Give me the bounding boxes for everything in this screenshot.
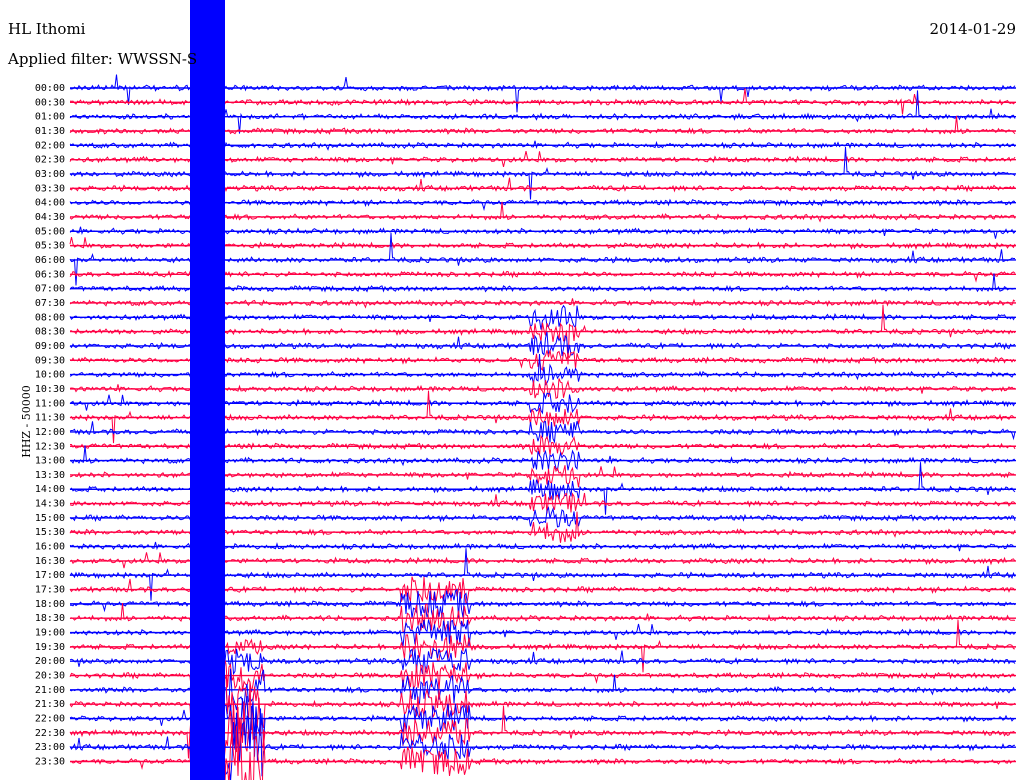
- time-tick-label: 13:30: [35, 470, 65, 481]
- record-date: 2014-01-29: [929, 20, 1016, 38]
- time-tick-label: 23:30: [35, 757, 65, 768]
- time-tick-label: 03:00: [35, 169, 65, 180]
- time-tick-label: 10:00: [35, 370, 65, 381]
- time-tick-label: 12:30: [35, 441, 65, 452]
- time-tick-label: 00:30: [35, 97, 65, 108]
- time-tick-label: 15:00: [35, 513, 65, 524]
- time-tick-label: 19:00: [35, 628, 65, 639]
- time-tick-label: 16:00: [35, 542, 65, 553]
- time-tick-label: 08:30: [35, 327, 65, 338]
- y-axis-label: HHZ - 50000: [19, 385, 33, 458]
- time-tick-label: 17:30: [35, 585, 65, 596]
- time-tick-label: 01:30: [35, 126, 65, 137]
- saturated-signal-band: [190, 0, 203, 780]
- time-tick-label: 11:00: [35, 398, 65, 409]
- time-tick-label: 00:00: [35, 83, 65, 94]
- time-tick-label: 15:30: [35, 527, 65, 538]
- saturated-signal-band: [203, 0, 225, 780]
- time-tick-label: 21:30: [35, 699, 65, 710]
- time-tick-label: 06:30: [35, 269, 65, 280]
- time-tick-label: 04:30: [35, 212, 65, 223]
- time-tick-label: 05:30: [35, 241, 65, 252]
- time-tick-label: 11:30: [35, 413, 65, 424]
- time-tick-label: 08:00: [35, 312, 65, 323]
- time-tick-label: 17:00: [35, 570, 65, 581]
- time-tick-label: 13:00: [35, 456, 65, 467]
- time-tick-label: 14:00: [35, 484, 65, 495]
- time-tick-label: 10:30: [35, 384, 65, 395]
- trace-layer: [69, 0, 1016, 780]
- time-tick-label: 20:00: [35, 656, 65, 667]
- time-tick-label: 20:30: [35, 671, 65, 682]
- time-tick-label: 22:00: [35, 714, 65, 725]
- time-tick-label: 03:30: [35, 183, 65, 194]
- time-tick-label: 16:30: [35, 556, 65, 567]
- station-name: HL Ithomi: [8, 20, 86, 38]
- time-tick-label: 09:00: [35, 341, 65, 352]
- time-tick-label: 05:00: [35, 226, 65, 237]
- filter-label: Applied filter: WWSSN-S: [8, 50, 198, 68]
- time-tick-label: 09:30: [35, 355, 65, 366]
- time-tick-label: 22:30: [35, 728, 65, 739]
- time-tick-label: 23:00: [35, 742, 65, 753]
- time-tick-label: 02:00: [35, 140, 65, 151]
- helicorder-plot: 00:00 00:30 01:00 01:30 02:00 02:30 03:00 03:30…: [35, 0, 1016, 780]
- time-tick-label: 01:00: [35, 112, 65, 123]
- time-tick-label: 07:00: [35, 284, 65, 295]
- time-tick-label: 19:30: [35, 642, 65, 653]
- time-tick-label: 18:00: [35, 599, 65, 610]
- time-tick-label: 06:00: [35, 255, 65, 266]
- time-tick-label: 21:00: [35, 685, 65, 696]
- time-tick-label: 18:30: [35, 613, 65, 624]
- tick-labels: 00:00 00:30 01:00 01:30 02:00 02:30 03:00 03:30…: [35, 83, 65, 768]
- time-tick-label: 12:00: [35, 427, 65, 438]
- time-tick-label: 14:30: [35, 499, 65, 510]
- time-tick-label: 02:30: [35, 155, 65, 166]
- time-tick-label: 07:30: [35, 298, 65, 309]
- time-tick-label: 04:00: [35, 198, 65, 209]
